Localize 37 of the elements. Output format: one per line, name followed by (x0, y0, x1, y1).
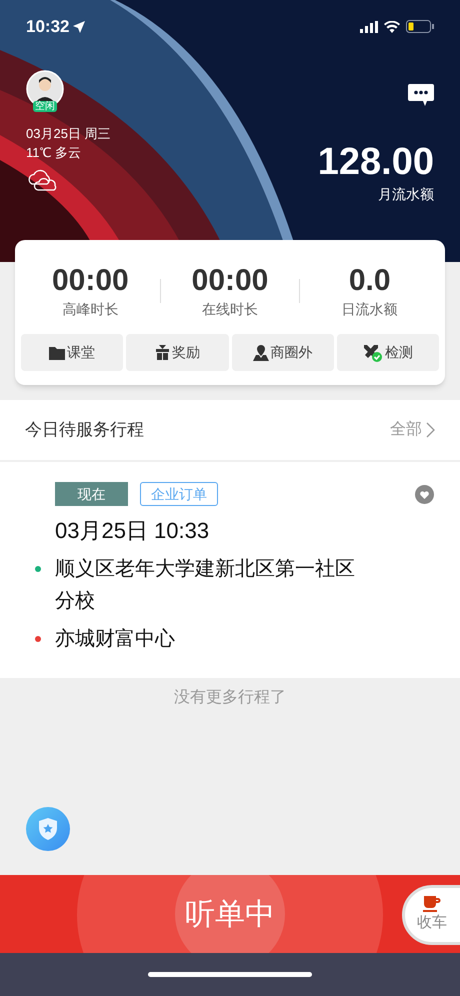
shortcut-button[interactable]: 检测 (336, 334, 439, 371)
map-pin-icon (252, 344, 269, 360)
stop-address: 顺义区老年大学建新北区第一社区分校 (55, 557, 356, 614)
stat-label: 在线时长 (202, 300, 258, 318)
wrench-check-icon (362, 344, 383, 362)
stat-value: 0.0 (348, 262, 391, 298)
gift-icon (154, 345, 170, 360)
wifi-icon (384, 20, 400, 33)
battery-icon (406, 20, 434, 34)
end-shift-button[interactable]: 收车 (402, 885, 460, 945)
stat-label: 日流水额 (342, 300, 398, 318)
status-badge: 空闲 (33, 100, 57, 112)
order-tag: 企业订单 (140, 482, 218, 506)
trip-card[interactable]: 现在 企业订单 03月25日 10:33 顺义区老年大学建新北区第一社区分校 亦城财富中心 (0, 462, 460, 678)
cup-icon (423, 896, 441, 912)
date-text: 03月25日 周三 (26, 124, 111, 142)
stop-address: 亦城财富中心 (55, 627, 176, 652)
weather-text: 11℃ 多云 (26, 144, 82, 162)
cloud-icon (26, 168, 58, 190)
signal-icon (360, 20, 378, 33)
monthly-amount: 128.00 (318, 140, 434, 184)
section-title: 今日待服务行程 (25, 419, 144, 442)
chevron-right-icon (426, 422, 435, 438)
order-tag: 现在 (55, 482, 128, 506)
monthly-amount-label: 月流水额 (378, 184, 434, 204)
shortcut-button[interactable]: 奖励 (126, 334, 228, 371)
stat-value: 00:00 (192, 262, 268, 298)
location-arrow-icon (73, 20, 86, 33)
shortcut-button[interactable]: 课堂 (21, 334, 124, 371)
trip-time: 03月25日 10:33 (54, 517, 210, 545)
folder-icon (49, 346, 66, 360)
message-icon[interactable] (408, 84, 434, 106)
status-time: 10:32 (26, 16, 70, 38)
stat-label: 高峰时长 (62, 300, 118, 318)
no-more-trips-text: 没有更多行程了 (173, 688, 287, 708)
shortcut-button[interactable]: 商圈外 (232, 334, 334, 371)
stat-value: 00:00 (52, 262, 129, 298)
